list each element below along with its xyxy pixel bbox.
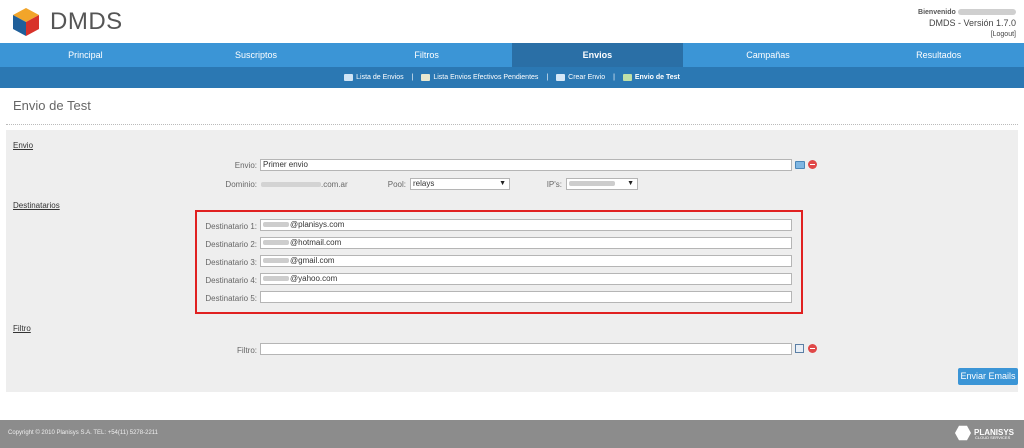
ips-label: IP's: — [546, 180, 562, 189]
destinatario-3-domain: @gmail.com — [290, 256, 335, 265]
dropdown-arrow-icon: ▼ — [499, 180, 506, 187]
dominio-suffix: .com.ar — [321, 180, 348, 189]
sub-nav: Lista de Envios | Lista Envios Efectivos… — [0, 67, 1024, 88]
destinatario-5-label: Destinatario 5: — [205, 294, 257, 303]
email-user-redacted — [263, 240, 289, 246]
nav-principal[interactable]: Principal — [0, 43, 171, 67]
section-filtro: Filtro — [13, 324, 31, 333]
brand-subtitle: CLOUD SERVICES — [974, 435, 1011, 440]
destinatario-2-input[interactable]: @hotmail.com — [260, 237, 792, 249]
separator: | — [411, 74, 414, 81]
welcome-text: Bienvenido — [918, 9, 956, 16]
footer: Copyright © 2010 Planisys S.A. TEL: +54(… — [0, 420, 1024, 448]
destinatario-5-input[interactable] — [260, 291, 792, 303]
title-divider — [6, 124, 1018, 125]
destinatario-1-input[interactable]: @planisys.com — [260, 219, 792, 231]
ip-redacted — [569, 181, 615, 187]
planisys-brand: PLANISYS CLOUD SERVICES — [954, 425, 1014, 441]
nav-envios[interactable]: Envios — [512, 43, 683, 67]
subnav-label: Crear Envio — [568, 74, 606, 81]
nav-suscriptos[interactable]: Suscriptos — [171, 43, 342, 67]
nav-resultados[interactable]: Resultados — [853, 43, 1024, 67]
remove-icon[interactable] — [808, 344, 817, 353]
destinatario-3-label: Destinatario 3: — [205, 258, 257, 267]
subnav-envio-test[interactable]: Envio de Test — [622, 67, 680, 88]
main-nav: Principal Suscriptos Filtros Envios Camp… — [0, 43, 1024, 67]
destinatario-1-domain: @planisys.com — [290, 220, 345, 229]
destinatario-2-label: Destinatario 2: — [205, 240, 257, 249]
dominio-label: Dominio: — [225, 180, 257, 189]
subnav-label: Lista Envios Efectivos Pendientes — [433, 74, 539, 81]
separator: | — [613, 74, 615, 81]
pool-select[interactable]: relays ▼ — [410, 178, 510, 190]
filter-picker-icon[interactable] — [795, 344, 804, 353]
envio-input[interactable]: Primer envio — [260, 159, 792, 171]
test-mail-icon — [622, 73, 632, 81]
building-icon — [421, 73, 431, 81]
destinatario-3-input[interactable]: @gmail.com — [260, 255, 792, 267]
page-title: Envio de Test — [13, 98, 91, 113]
subnav-crear-envio[interactable]: Crear Envio — [556, 67, 605, 88]
subnav-label: Envio de Test — [634, 74, 680, 81]
subnav-lista-envios[interactable]: Lista de Envios — [344, 67, 404, 88]
pool-label: Pool: — [387, 180, 406, 189]
filtro-label: Filtro: — [237, 346, 257, 355]
create-mail-icon — [556, 73, 566, 81]
version-text: DMDS - Versión 1.7.0 — [928, 18, 1016, 28]
logout-link[interactable]: [Logout] — [918, 29, 1016, 40]
remove-icon[interactable] — [808, 160, 817, 169]
dominio-redacted — [261, 182, 321, 188]
destinatario-2-domain: @hotmail.com — [290, 238, 342, 247]
envelope-icon — [344, 73, 354, 81]
user-info: Bienvenido DMDS - Versión 1.7.0 [Logout] — [918, 6, 1016, 40]
username-redacted — [958, 8, 1016, 15]
destinatario-4-domain: @yahoo.com — [290, 274, 338, 283]
subnav-label: Lista de Envios — [356, 74, 404, 81]
dmds-logo-icon — [13, 8, 39, 36]
section-envio: Envio — [13, 141, 34, 150]
app-header: DMDS Bienvenido DMDS - Versión 1.7.0 [Lo… — [0, 0, 1024, 43]
email-user-redacted — [263, 276, 289, 282]
envio-label: Envio: — [234, 161, 257, 170]
ips-select[interactable]: ▼ — [566, 178, 638, 190]
pool-selected: relays — [413, 179, 435, 188]
email-user-redacted — [263, 222, 289, 228]
destinatario-4-input[interactable]: @yahoo.com — [260, 273, 792, 285]
destinatario-1-label: Destinatario 1: — [205, 222, 257, 231]
logo-text: DMDS — [50, 8, 123, 35]
destinatario-4-label: Destinatario 4: — [205, 276, 257, 285]
dominio-value: .com.ar — [261, 180, 348, 189]
dropdown-arrow-icon: ▼ — [627, 180, 634, 187]
nav-campanas[interactable]: Campañas — [683, 43, 854, 67]
separator: | — [546, 74, 549, 81]
planisys-logo-icon — [954, 425, 971, 441]
enviar-emails-button[interactable]: Enviar Emails — [958, 368, 1018, 385]
subnav-lista-efectivos[interactable]: Lista Envios Efectivos Pendientes — [421, 67, 538, 88]
copyright-text: Copyright © 2010 Planisys S.A. TEL: +54(… — [8, 430, 159, 436]
section-destinatarios: Destinatarios — [13, 201, 60, 210]
mail-icon[interactable] — [795, 161, 805, 169]
filtro-input[interactable] — [260, 343, 792, 355]
nav-filtros[interactable]: Filtros — [341, 43, 512, 67]
email-user-redacted — [263, 258, 289, 264]
